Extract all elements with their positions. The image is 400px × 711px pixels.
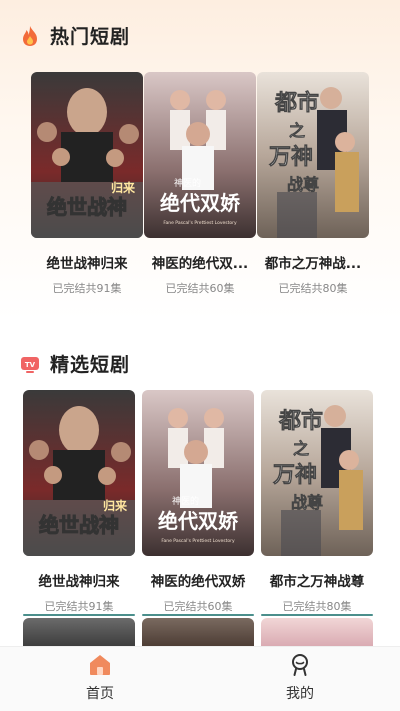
poster-small-text: 神医的: [174, 177, 201, 189]
drama-poster[interactable]: [142, 618, 254, 648]
poster-small-text: 神医的: [172, 495, 199, 507]
drama-title[interactable]: 绝世战神归来: [23, 570, 135, 590]
drama-episode-count: 已完结共80集: [282, 600, 352, 613]
drama-poster[interactable]: 都市 之 万神 战尊: [257, 72, 369, 238]
poster-title-text: 之: [293, 439, 309, 458]
next-drama-row: [0, 618, 400, 648]
drama-episode-count: 已完结共80集: [278, 282, 348, 295]
poster-title-text: 战尊: [287, 175, 319, 194]
drama-card[interactable]: 都市 之 万神 战尊 都市之万神战... 已完结共80集: [257, 72, 369, 296]
tab-home[interactable]: 首页: [0, 647, 200, 711]
card-divider: [261, 614, 373, 616]
drama-card[interactable]: 神医的 绝代双娇 Fane Pascal's Prettiest Lovesto…: [144, 72, 256, 296]
poster-title-text: 绝代双娇: [158, 509, 239, 533]
card-divider: [142, 614, 254, 616]
drama-episode-count: 已完结共60集: [163, 600, 233, 613]
drama-title[interactable]: 都市之万神战尊: [261, 570, 373, 590]
drama-poster[interactable]: [23, 618, 135, 648]
drama-poster[interactable]: 都市 之 万神 战尊: [261, 390, 373, 556]
tab-home-label: 首页: [86, 686, 114, 702]
drama-title[interactable]: 都市之万神战...: [257, 252, 369, 272]
poster-subtitle-text: Fane Pascal's Prettiest Lovestory: [163, 220, 237, 226]
section-header-hot: 热门短剧: [20, 22, 130, 49]
tv-icon: TV: [21, 356, 39, 373]
drama-poster[interactable]: 绝世战神 归来: [31, 72, 143, 238]
poster-title-text: 绝世战神: [39, 513, 119, 537]
tab-mine[interactable]: 我的: [200, 647, 400, 711]
poster-subtitle-text: 归来: [103, 498, 128, 513]
drama-poster[interactable]: [261, 618, 373, 648]
drama-title[interactable]: 绝世战神归来: [31, 252, 143, 272]
drama-card[interactable]: 绝世战神 归来 绝世战神归来 已完结共91集: [31, 72, 143, 296]
poster-subtitle-text: Fane Pascal's Prettiest Lovestory: [161, 538, 235, 544]
poster-subtitle-text: 归来: [111, 180, 136, 195]
drama-episode-count: 已完结共60集: [165, 282, 235, 295]
section-title: 精选短剧: [50, 354, 131, 376]
poster-title-text: 万神: [272, 462, 317, 488]
drama-poster[interactable]: 绝世战神 归来: [23, 390, 135, 556]
drama-episode-count: 已完结共91集: [44, 600, 114, 613]
section-header-featured: TV 精选短剧: [20, 350, 130, 377]
home-icon: [90, 655, 110, 675]
tab-mine-label: 我的: [286, 686, 314, 702]
drama-poster[interactable]: 神医的 绝代双娇 Fane Pascal's Prettiest Lovesto…: [144, 72, 256, 238]
poster-title-text: 绝世战神: [47, 195, 127, 219]
poster-title-text: 战尊: [291, 493, 323, 512]
poster-title-text: 绝代双娇: [160, 191, 241, 215]
poster-title-text: 都市: [278, 408, 323, 434]
drama-title[interactable]: 神医的绝代双娇: [142, 570, 254, 590]
card-divider: [23, 614, 135, 616]
drama-card[interactable]: 绝世战神 归来 绝世战神归来 已完结共91集: [23, 390, 135, 614]
drama-card[interactable]: 都市 之 万神 战尊 都市之万神战尊 已完结共80集: [261, 390, 373, 614]
drama-poster[interactable]: 神医的 绝代双娇 Fane Pascal's Prettiest Lovesto…: [142, 390, 254, 556]
section-title: 热门短剧: [50, 26, 131, 48]
fire-icon: [23, 25, 37, 46]
drama-episode-count: 已完结共91集: [52, 282, 122, 295]
drama-title[interactable]: 神医的绝代双...: [144, 252, 256, 272]
profile-icon: [292, 654, 308, 676]
poster-title-text: 都市: [274, 90, 319, 116]
bottom-tab-bar: 首页 我的: [0, 646, 400, 711]
drama-card[interactable]: 神医的 绝代双娇 Fane Pascal's Prettiest Lovesto…: [142, 390, 254, 614]
poster-title-text: 之: [289, 121, 305, 140]
poster-title-text: 万神: [268, 144, 313, 170]
svg-text:TV: TV: [25, 361, 36, 369]
